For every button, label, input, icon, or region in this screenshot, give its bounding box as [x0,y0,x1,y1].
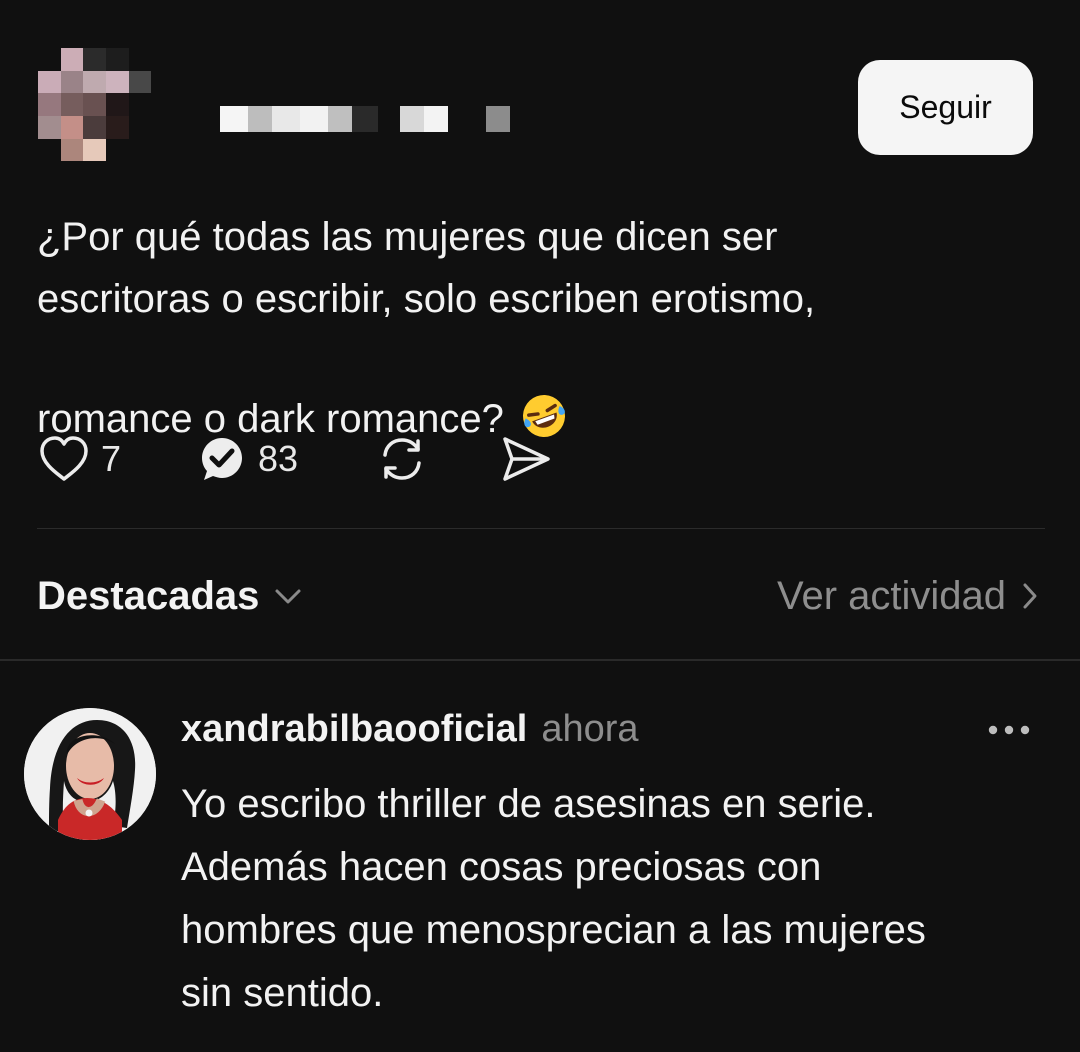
comment-timestamp: ahora [541,708,639,750]
repost-icon[interactable] [376,433,428,485]
post-text: ¿Por qué todas las mujeres que dicen ser… [37,206,957,450]
heart-icon[interactable] [37,434,91,484]
post-divider [37,528,1045,529]
send-icon[interactable] [500,433,554,485]
comment-text: Yo escribo thriller de asesinas en serie… [181,782,926,1015]
follow-button[interactable]: Seguir [858,60,1033,155]
laughing-emoji-icon [520,330,568,437]
view-activity-label[interactable]: Ver actividad [777,574,1006,619]
author-name-blurred[interactable] [220,106,540,132]
post-body: ¿Por qué todas las mujeres que dicen ser… [37,215,816,441]
section-divider [0,659,1080,661]
post-actions: 7 83 [37,430,554,488]
chevron-down-icon [271,584,305,608]
sort-selector[interactable]: Destacadas [37,574,305,619]
replies-filter-row: Destacadas Ver actividad [37,570,1042,622]
reply-count: 83 [258,438,299,479]
repost-action[interactable] [376,433,428,485]
comment-header: xandrabilbaooficial ahora [181,708,639,760]
reply-action[interactable]: 83 [196,433,298,485]
share-action[interactable] [500,433,554,485]
author-avatar-blurred[interactable] [38,48,174,184]
like-count: 7 [101,438,122,479]
view-activity-link[interactable]: Ver actividad [777,574,1042,619]
more-options-icon[interactable] [986,723,1032,741]
comment-avatar[interactable] [24,708,156,840]
chevron-right-icon [1018,579,1042,613]
more-options-button[interactable] [986,720,1032,744]
like-action[interactable]: 7 [37,434,121,484]
verified-reply-icon[interactable] [196,433,248,485]
comment-username[interactable]: xandrabilbaooficial [181,708,527,751]
sort-label: Destacadas [37,573,260,618]
